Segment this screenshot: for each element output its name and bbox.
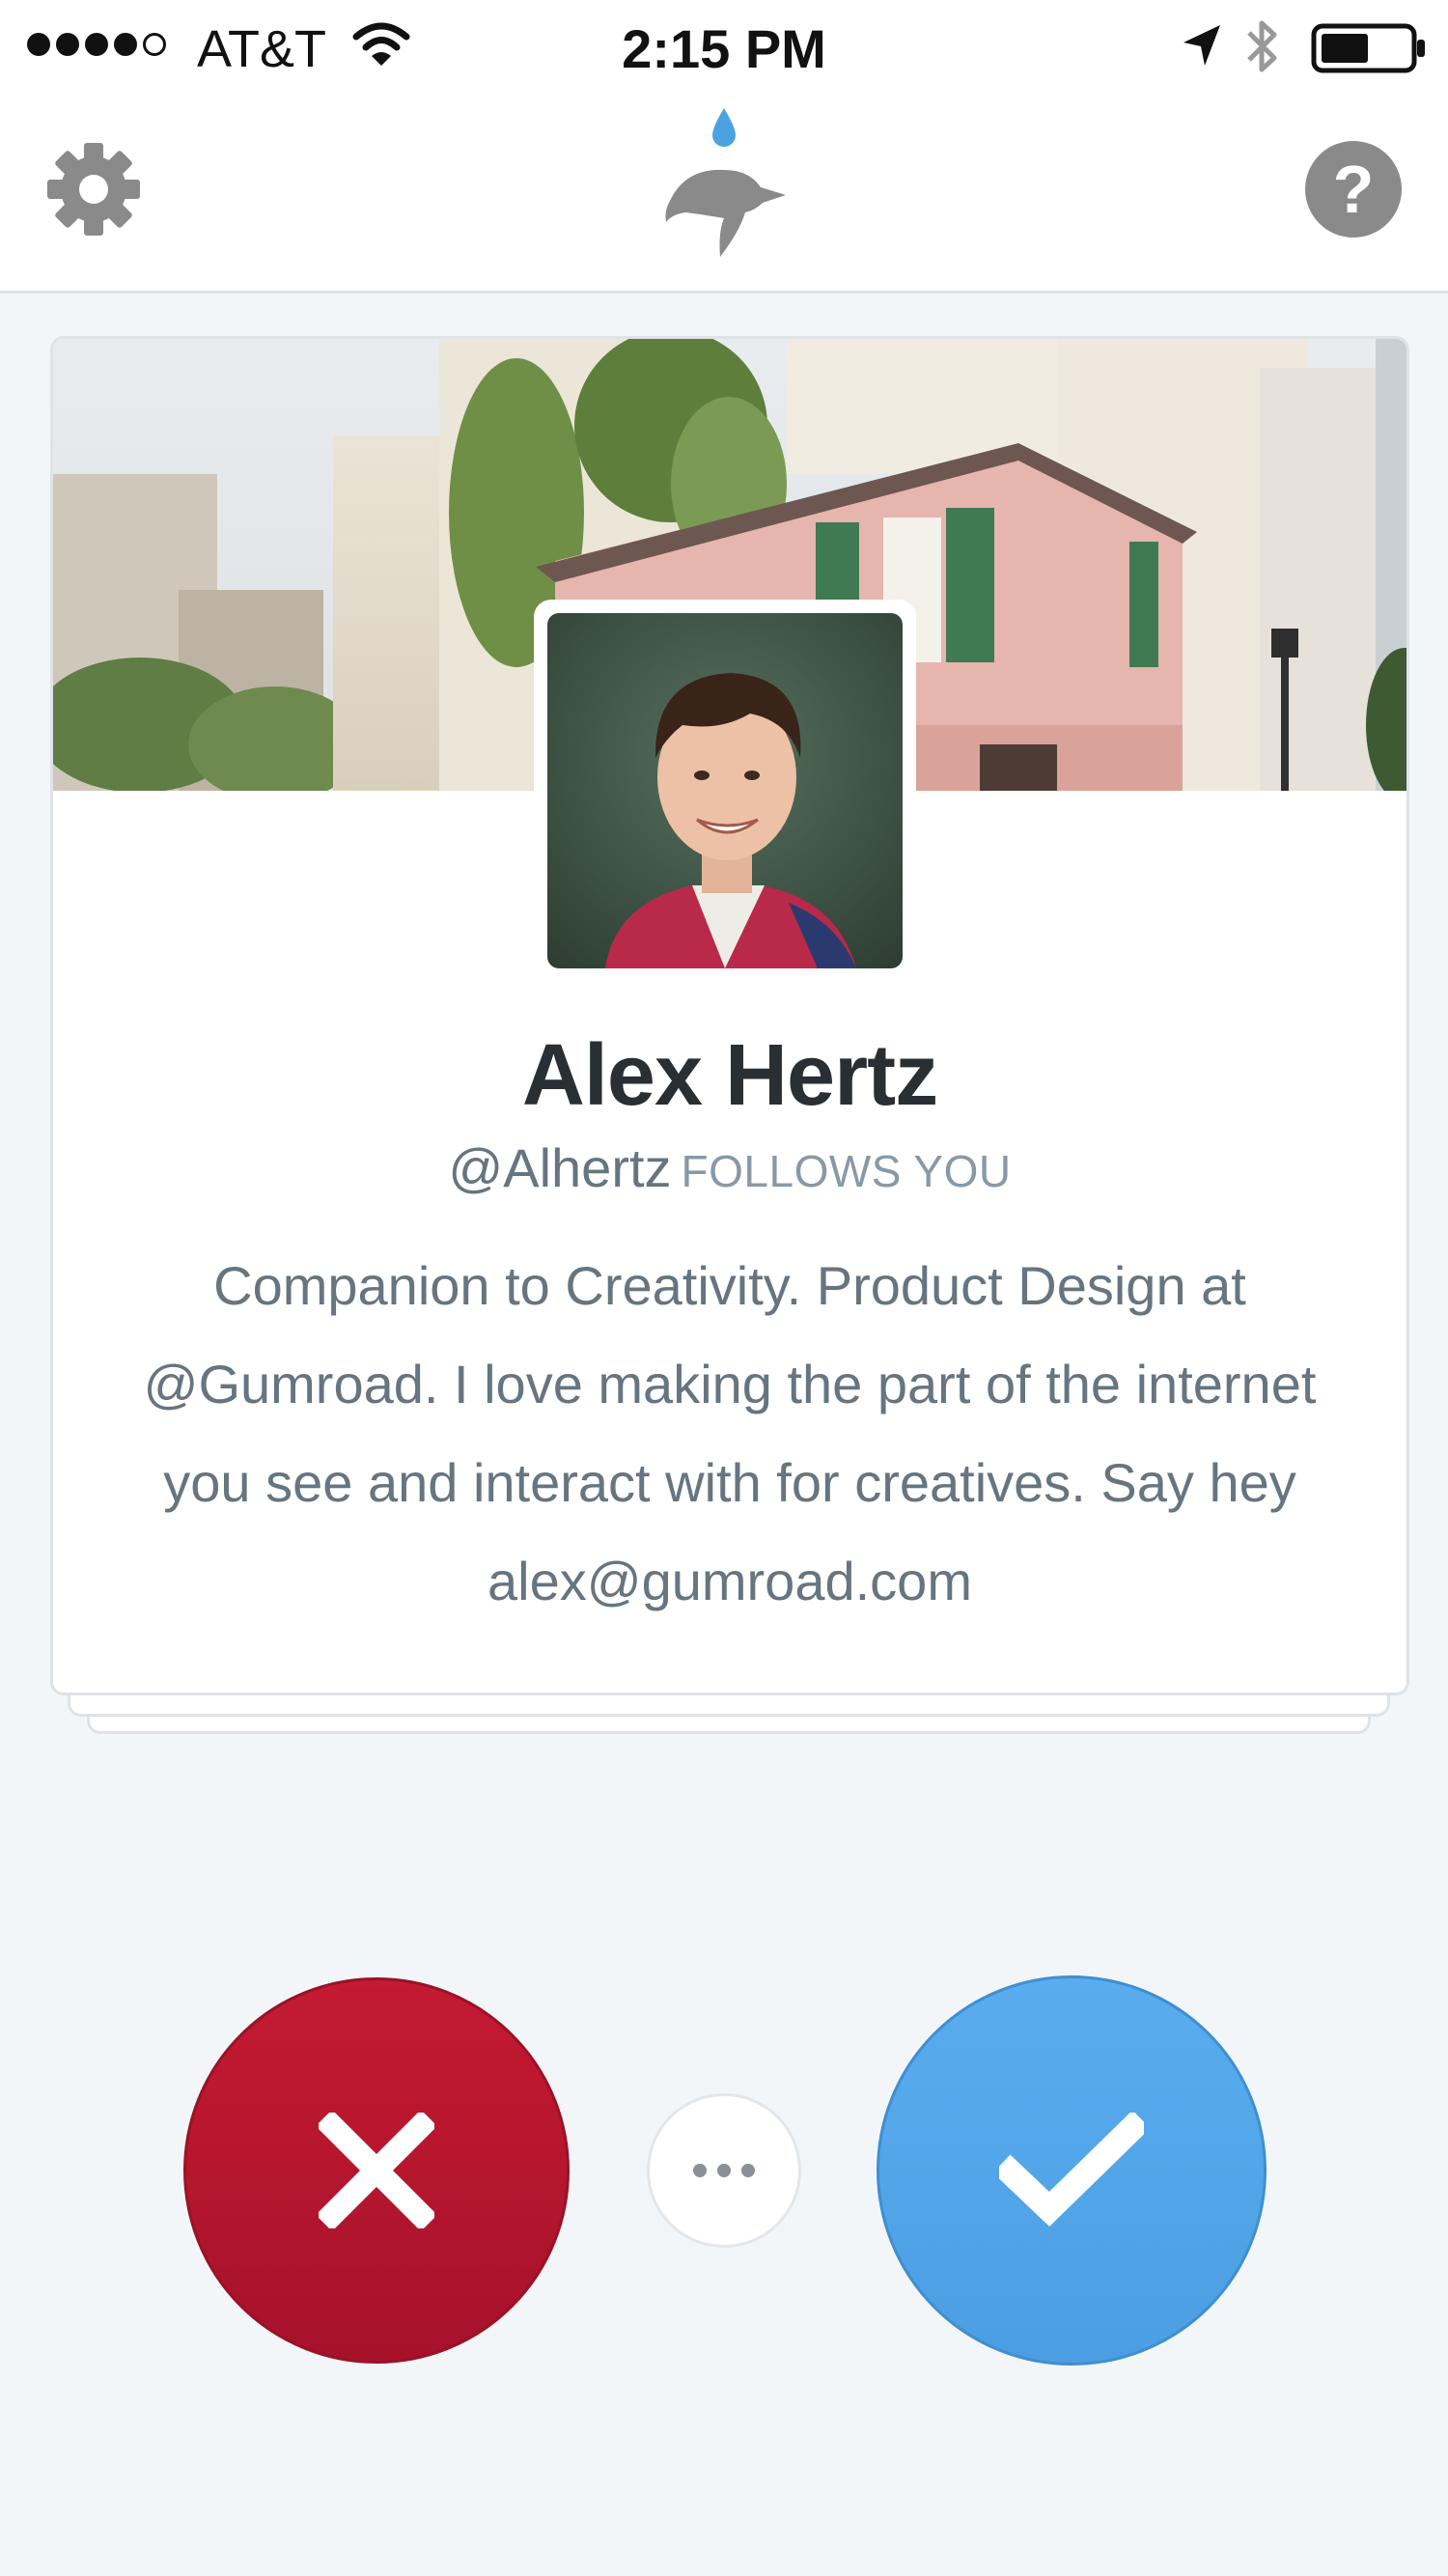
avatar (534, 600, 916, 982)
clock: 2:15 PM (622, 18, 826, 79)
follows-you-badge: FOLLOWS YOU (681, 1146, 1012, 1196)
svg-text:?: ? (1333, 152, 1375, 227)
more-button[interactable] (647, 2093, 801, 2248)
accept-button[interactable] (877, 1975, 1267, 2366)
profile-handle[interactable]: @Alhertz (448, 1137, 671, 1198)
nav-bar: ? (0, 93, 1448, 294)
gear-icon[interactable] (43, 139, 144, 239)
profile-name: Alex Hertz (521, 1027, 938, 1124)
checkmark-icon (999, 2113, 1144, 2227)
logo-icon (665, 108, 786, 257)
profile-bio: Companion to Creativity. Product Design … (143, 1255, 1317, 1611)
bluetooth-icon (1247, 20, 1277, 72)
location-icon (1183, 25, 1220, 66)
status-bar: AT&T 2:15 PM (0, 0, 1448, 93)
help-icon[interactable]: ? (1303, 139, 1404, 239)
reject-button[interactable] (183, 1977, 570, 2364)
close-icon (319, 2113, 434, 2228)
handle-line: @Alhertz FOLLOWS YOU (53, 1136, 1406, 1199)
battery-icon (1311, 23, 1425, 73)
more-icon (693, 2164, 755, 2177)
profile-card[interactable]: Alex Hertz @Alhertz FOLLOWS YOU Companion… (50, 336, 1409, 1695)
